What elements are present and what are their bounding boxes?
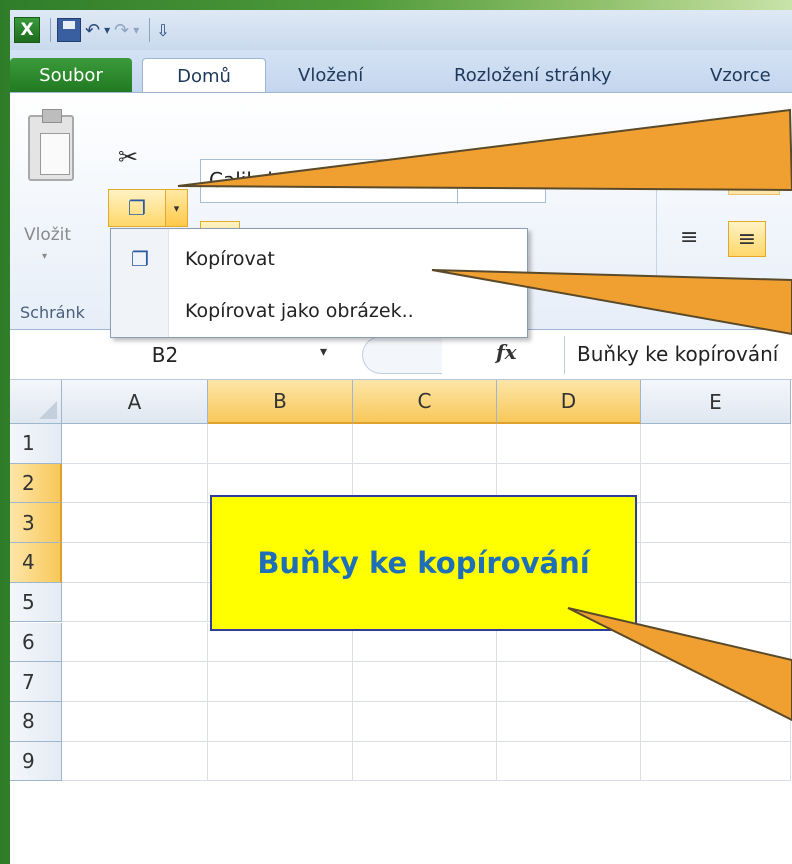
- cell-d1[interactable]: [497, 424, 641, 464]
- paste-dropdown-icon[interactable]: ▾: [42, 251, 47, 262]
- column-header-a[interactable]: A: [62, 380, 208, 424]
- cell-b9[interactable]: [208, 741, 353, 782]
- worksheet-grid[interactable]: ABCDE 123456789 Buňky ke kopírování: [10, 380, 792, 864]
- copy-icon: ❐: [131, 247, 149, 271]
- tab-page-layout[interactable]: Rozložení stránky: [450, 58, 616, 92]
- copy-dropdown-icon[interactable]: ▾: [165, 190, 187, 226]
- cell-e7[interactable]: [641, 662, 791, 702]
- font-size-separator: [457, 160, 458, 204]
- cell-d7[interactable]: [497, 662, 641, 702]
- cell-d8[interactable]: [497, 701, 641, 742]
- name-box-dropdown-icon[interactable]: ▾: [320, 344, 327, 360]
- copy-dropdown-menu: ❐ Kopírovat Kopírovat jako obrázek..: [110, 228, 528, 338]
- menu-item-copy[interactable]: ❐ Kopírovat: [111, 233, 527, 285]
- row-header-8[interactable]: 8: [10, 701, 62, 742]
- cell-b1[interactable]: [208, 424, 353, 464]
- cell-a8[interactable]: [62, 701, 208, 742]
- column-header-c[interactable]: C: [353, 380, 497, 424]
- clipboard-group-label: Schránk: [20, 303, 85, 322]
- cell-e1[interactable]: [641, 424, 791, 464]
- cell-e6[interactable]: [641, 622, 791, 663]
- cell-a6[interactable]: [62, 622, 208, 663]
- cell-a4[interactable]: [62, 543, 208, 583]
- row-header-2[interactable]: 2: [10, 463, 62, 504]
- cell-c7[interactable]: [353, 662, 497, 702]
- font-name-value: Calibri: [209, 168, 273, 192]
- row-header-9[interactable]: 9: [10, 741, 62, 782]
- quick-access-toolbar: X ↶ ▾ ↷ ▾ ⇩: [10, 10, 792, 50]
- menu-item-copy-as-picture-label: Kopírovat jako obrázek..: [185, 300, 414, 322]
- cell-c1[interactable]: [353, 424, 497, 464]
- name-box[interactable]: B2: [10, 336, 340, 374]
- align-center-button[interactable]: ≡: [728, 221, 766, 257]
- qat-separator-2: [149, 18, 151, 42]
- row-header-5[interactable]: 5: [10, 582, 62, 623]
- cell-e9[interactable]: [641, 741, 791, 782]
- cell-e4[interactable]: [641, 543, 791, 583]
- select-all-corner[interactable]: [10, 380, 62, 424]
- undo-button[interactable]: ↶: [85, 16, 100, 44]
- formula-input[interactable]: Buňky ke kopírování: [564, 336, 792, 374]
- qat-separator: [50, 18, 51, 42]
- cell-e8[interactable]: [641, 701, 791, 742]
- cell-a9[interactable]: [62, 741, 208, 782]
- clipboard-paste-icon[interactable]: [28, 109, 74, 181]
- cell-a3[interactable]: [62, 503, 208, 544]
- cell-d9[interactable]: [497, 741, 641, 782]
- cell-c9[interactable]: [353, 741, 497, 782]
- ribbon-group-separator: [656, 169, 657, 289]
- paste-button-label[interactable]: Vložit: [24, 225, 71, 245]
- excel-logo-icon[interactable]: X: [14, 17, 40, 43]
- cell-a2[interactable]: [62, 463, 208, 504]
- tab-home[interactable]: Domů: [142, 58, 266, 93]
- tab-insert[interactable]: Vložení: [294, 58, 367, 92]
- align-left-icon[interactable]: ≡: [680, 225, 698, 250]
- ribbon-tabs: Soubor Domů Vložení Rozložení stránky Vz…: [10, 50, 792, 93]
- column-header-b[interactable]: B: [208, 380, 353, 424]
- cell-b7[interactable]: [208, 662, 353, 702]
- align-center-icon: ≡: [737, 226, 757, 252]
- column-header-d[interactable]: D: [497, 380, 641, 424]
- row-header-4[interactable]: 4: [10, 543, 62, 583]
- cell-c8[interactable]: [353, 701, 497, 742]
- menu-item-copy-as-picture[interactable]: Kopírovat jako obrázek..: [111, 285, 527, 337]
- cell-b8[interactable]: [208, 701, 353, 742]
- cell-e3[interactable]: [641, 503, 791, 544]
- undo-dropdown-icon[interactable]: ▾: [104, 16, 110, 44]
- copy-split-button[interactable]: ❐ ▾: [108, 189, 188, 227]
- font-name-combobox[interactable]: Calibri: [200, 159, 546, 204]
- column-header-e[interactable]: E: [641, 380, 791, 424]
- formula-bar-controls: [362, 336, 442, 374]
- tab-formulas[interactable]: Vzorce: [706, 58, 775, 92]
- fill-handle[interactable]: [630, 625, 640, 635]
- row-header-1[interactable]: 1: [10, 424, 62, 464]
- cell-e5[interactable]: [641, 582, 791, 623]
- merged-cell-b2-d4[interactable]: Buňky ke kopírování: [210, 495, 637, 631]
- copy-icon[interactable]: ❐: [109, 190, 165, 226]
- insert-function-icon[interactable]: fx: [496, 340, 517, 364]
- save-icon: [57, 18, 81, 42]
- customize-toolbar-icon[interactable]: ⇩: [156, 16, 169, 44]
- menu-item-copy-label: Kopírovat: [185, 248, 275, 270]
- cell-a1[interactable]: [62, 424, 208, 464]
- redo-button[interactable]: ↷: [114, 16, 129, 44]
- excel-window: X ↶ ▾ ↷ ▾ ⇩ Soubor Domů Vložení Rozložen…: [10, 10, 792, 864]
- cell-a7[interactable]: [62, 662, 208, 702]
- save-button[interactable]: [57, 16, 81, 44]
- row-header-7[interactable]: 7: [10, 662, 62, 702]
- redo-dropdown-icon[interactable]: ▾: [133, 16, 139, 44]
- scissors-icon[interactable]: ✂: [118, 143, 138, 171]
- row-header-3[interactable]: 3: [10, 503, 62, 544]
- highlighted-ribbon-button[interactable]: [728, 159, 780, 195]
- row-header-6[interactable]: 6: [10, 622, 62, 663]
- tab-file[interactable]: Soubor: [10, 58, 132, 92]
- cell-e2[interactable]: [641, 463, 791, 504]
- cell-a5[interactable]: [62, 582, 208, 623]
